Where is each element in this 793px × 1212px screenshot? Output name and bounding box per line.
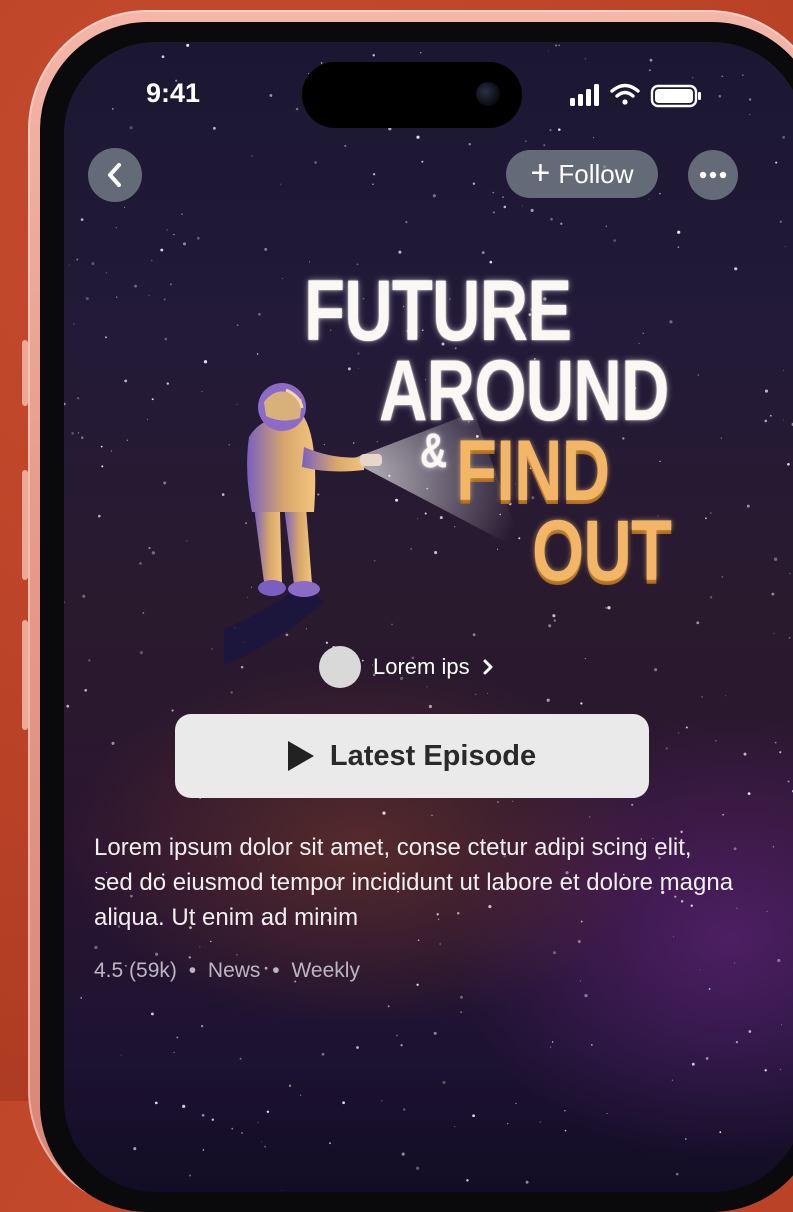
dynamic-island	[302, 62, 522, 128]
play-icon	[287, 741, 314, 771]
more-options-button[interactable]	[688, 150, 738, 200]
action-button	[22, 340, 28, 406]
artwork-title-line-4: OUT	[532, 503, 672, 599]
ellipsis-icon	[699, 171, 727, 179]
volume-down-button	[22, 620, 28, 730]
latest-episode-label: Latest Episode	[329, 739, 537, 772]
status-time: 9:41	[146, 78, 201, 108]
rating: 4.5 (59k)	[94, 959, 177, 982]
frequency: Weekly	[291, 959, 360, 982]
camera-icon	[476, 82, 500, 106]
avatar	[319, 646, 361, 688]
chevron-right-icon	[483, 659, 493, 675]
battery-icon	[650, 84, 701, 108]
podcast-description: Lorem ipsum dolor sit amet, conse ctetur…	[94, 834, 734, 931]
meta-separator: •	[188, 959, 197, 982]
podcast-meta: 4.5 (59k) • News • Weekly	[94, 959, 360, 983]
screen: 9:41 + Follow FUTURE AROUND & FIND OUT L…	[64, 42, 793, 1192]
latest-episode-button[interactable]: Latest Episode	[175, 714, 649, 798]
cellular-signal-icon	[570, 84, 599, 106]
author-link[interactable]: Lorem ips	[319, 645, 494, 689]
podcast-artwork: FUTURE AROUND & FIND OUT	[224, 212, 672, 712]
volume-up-button	[22, 470, 28, 580]
follow-button[interactable]: + Follow	[506, 150, 658, 198]
category: News	[207, 959, 261, 982]
back-button[interactable]	[88, 148, 142, 202]
meta-separator: •	[272, 959, 280, 982]
author-name: Lorem ips	[373, 654, 470, 679]
follow-label: Follow	[558, 158, 634, 189]
status-icons	[570, 83, 701, 108]
chevron-left-icon	[108, 163, 121, 187]
artwork-title-ampersand: &	[420, 425, 447, 478]
wifi-icon	[610, 83, 640, 105]
plus-icon: +	[530, 153, 551, 192]
